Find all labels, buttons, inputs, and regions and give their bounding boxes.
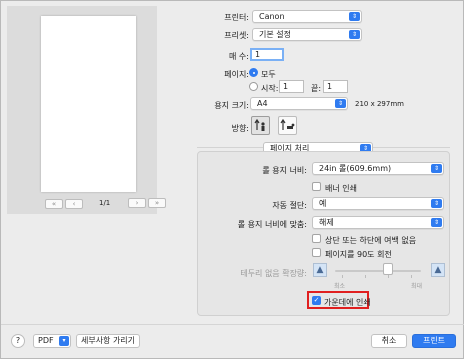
large-extension-icon: ▲ [431,263,445,277]
pdf-label: PDF [38,336,54,345]
banner-print-label: 배너 인쇄 [325,184,357,193]
landscape-orientation-button[interactable] [278,116,297,135]
roll-width-value: 24in 롤(609.6mm) [319,164,392,173]
rotate-90-label: 페이지를 90도 회전 [325,250,392,259]
hide-details-button[interactable]: 세부사항 가리기 [76,334,140,348]
pages-from-field[interactable]: 1 [279,80,304,93]
page-preview [41,16,136,192]
auto-cut-label: 자동 절단: [272,201,307,210]
borderless-extension-slider[interactable] [335,270,421,272]
footer-divider [1,324,464,325]
no-margin-checkbox[interactable] [312,234,321,243]
copies-field[interactable]: 1 [250,48,284,61]
pages-all-label: 모두 [261,70,276,79]
pages-all-radio[interactable] [249,68,258,77]
rotate-90-checkbox[interactable] [312,248,321,257]
slider-tick [342,275,343,278]
pages-label: 페이지: [224,70,249,79]
preset-label: 프리셋: [224,31,249,40]
fit-roll-label: 롤 용지 너비에 맞춤: [237,220,307,229]
slider-min-label: 최소 [334,283,346,290]
portrait-orientation-button[interactable] [251,116,270,135]
paper-dimensions: 210 x 297mm [355,100,404,108]
paper-size-popup[interactable]: A4 ⇕ [250,97,348,110]
pages-to-field[interactable]: 1 [323,80,348,93]
printer-popup[interactable]: Canon ⇕ [252,10,362,23]
last-page-button[interactable]: » [148,198,166,208]
banner-print-checkbox[interactable] [312,182,321,191]
pages-range-radio[interactable] [249,82,258,91]
small-extension-icon: ▲ [313,263,327,277]
paper-size-value: A4 [257,99,268,108]
slider-tick [388,275,389,278]
chevron-updown-icon: ⇕ [335,99,346,108]
chevron-updown-icon: ⇕ [349,12,360,21]
portrait-icon [254,118,265,131]
copies-label: 매 수: [229,52,249,61]
chevron-updown-icon: ⇕ [431,218,442,227]
roll-width-popup[interactable]: 24in 롤(609.6mm) ⇕ [312,162,444,175]
center-print-label: 가운데에 인쇄 [324,298,371,307]
cancel-button[interactable]: 취소 [371,334,407,348]
preset-value: 기본 설정 [259,30,291,39]
pages-to-label: 끝: [311,84,322,93]
printer-value: Canon [259,12,285,21]
next-page-button[interactable]: › [128,198,146,208]
fit-roll-popup[interactable]: 해제 ⇕ [312,216,444,229]
slider-tick [365,275,366,278]
auto-cut-popup[interactable]: 예 ⇕ [312,197,444,210]
orientation-label: 방향: [231,124,249,133]
landscape-icon [280,118,295,130]
printer-label: 프린터: [224,13,249,22]
prev-page-button[interactable]: ‹ [65,199,83,209]
chevron-updown-icon: ⇕ [349,30,360,39]
roll-width-label: 롤 용지 너비: [262,166,307,175]
slider-max-label: 최대 [411,283,423,290]
chevron-updown-icon: ⇕ [431,199,442,208]
no-margin-label: 상단 또는 하단에 여백 없음 [325,236,417,245]
print-dialog: « ‹ 1/1 › » 프린터: Canon ⇕ 프리셋: 기본 설정 ⇕ 매 … [0,0,464,359]
auto-cut-value: 예 [319,199,327,208]
center-print-checkbox[interactable]: ✓ [312,296,321,305]
preset-popup[interactable]: 기본 설정 ⇕ [252,28,362,41]
preview-area [7,6,157,214]
help-button[interactable]: ? [11,334,25,348]
chevron-down-icon: ▾ [59,336,69,346]
slider-knob[interactable] [383,263,393,275]
pages-from-label: 시작: [261,84,279,93]
borderless-extension-label: 테두리 없음 확장량: [240,269,307,278]
slider-tick [411,275,412,278]
print-button[interactable]: 프린트 [412,334,456,348]
page-counter: 1/1 [99,199,111,207]
paper-size-label: 용지 크기: [214,101,249,110]
pdf-menu-button[interactable]: PDF ▾ [33,334,71,348]
first-page-button[interactable]: « [45,199,63,209]
fit-roll-value: 해제 [319,218,334,227]
preview-pager: « ‹ [45,198,85,210]
chevron-updown-icon: ⇕ [431,164,442,173]
